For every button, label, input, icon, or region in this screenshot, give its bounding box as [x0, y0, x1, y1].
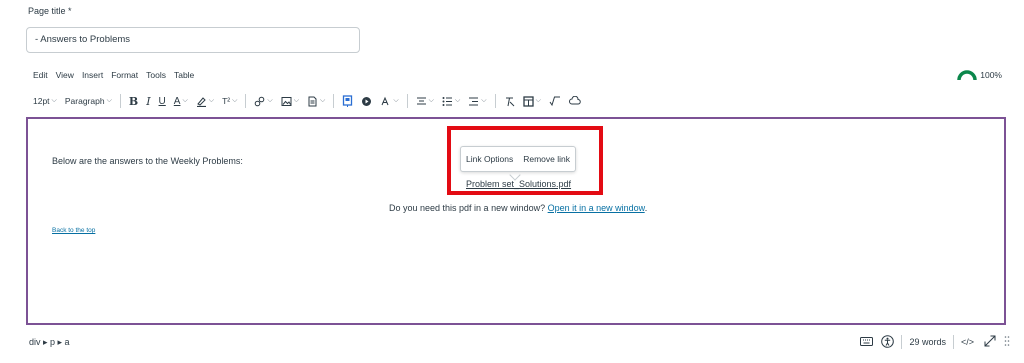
chevron-down-icon: ⌵ [232, 97, 238, 104]
editor-menubar: Edit View Insert Format Tools Table [33, 70, 194, 80]
menu-view[interactable]: View [56, 70, 74, 80]
menu-tools[interactable]: Tools [146, 70, 166, 80]
menu-table[interactable]: Table [174, 70, 194, 80]
plug-icon [343, 95, 353, 107]
link-icon [255, 96, 265, 106]
bold-button[interactable]: B [129, 95, 138, 108]
chevron-down-icon: ⌵ [267, 97, 273, 104]
indent-icon [469, 97, 479, 105]
page-title-label: Page title * [28, 6, 72, 16]
underline-button[interactable]: U [159, 96, 166, 107]
accessibility-gauge-icon [957, 70, 977, 81]
accessibility-icon [881, 334, 895, 348]
word-count[interactable]: 29 words [909, 337, 946, 347]
expand-icon [984, 335, 996, 347]
document-button[interactable]: ⌵ [307, 96, 325, 107]
indent-button[interactable]: ⌵ [468, 96, 487, 107]
chevron-down-icon: ⌵ [393, 97, 399, 104]
menu-edit[interactable]: Edit [33, 70, 48, 80]
bullet-list-icon [442, 96, 452, 106]
chevron-down-icon: ⌵ [293, 97, 300, 104]
chevron-down-icon: ⌵ [320, 97, 326, 104]
body-paragraph: Below are the answers to the Weekly Prob… [52, 156, 243, 166]
superscript-icon: T² [222, 96, 231, 106]
chevron-down-icon: ⌵ [428, 97, 434, 104]
fullscreen-button[interactable] [984, 335, 996, 349]
highlight-color-button[interactable]: ⌵ [196, 96, 214, 107]
editor-toolbar: 12pt ⌵ Paragraph ⌵ B I U A ⌵ ⌵ T² ⌵ ⌵ ⌵ ⌵ ⌵ … [33, 93, 589, 109]
cloud-icon [568, 96, 581, 105]
back-to-top-link[interactable]: Back to the top [52, 227, 95, 234]
link-button[interactable]: ⌵ [254, 96, 273, 107]
highlighter-icon [196, 96, 206, 107]
equation-tools-button[interactable]: ⌵ [380, 96, 399, 107]
question-period: . [644, 203, 648, 213]
status-divider [952, 335, 954, 349]
equation-button[interactable] [549, 96, 561, 107]
square-root-icon [549, 96, 560, 106]
media-icon [362, 96, 372, 106]
page-title-input[interactable]: - Answers to Problems [26, 27, 360, 53]
menu-insert[interactable]: Insert [82, 70, 103, 80]
new-window-prompt: Do you need this pdf in a new window? Op… [389, 203, 647, 213]
chevron-down-icon: ⌵ [51, 97, 57, 104]
chevron-down-icon: ⌵ [208, 97, 215, 104]
keyboard-icon [860, 336, 874, 346]
status-bar-tools: 29 words </> [860, 334, 1010, 350]
chevron-down-icon: ⌵ [182, 97, 188, 104]
media-button[interactable] [361, 96, 372, 107]
drag-handle-icon [1004, 336, 1010, 346]
menu-format[interactable]: Format [111, 70, 138, 80]
toolbar-divider [406, 94, 408, 108]
status-divider [901, 335, 903, 349]
chevron-down-icon: ⌵ [481, 97, 487, 104]
font-size-dropdown[interactable]: 12pt ⌵ [33, 96, 57, 106]
toolbar-divider [245, 94, 247, 108]
keyboard-shortcuts-button[interactable] [860, 336, 874, 349]
text-color-icon: A [173, 95, 181, 107]
element-path[interactable]: div ▸ p ▸ a [29, 337, 70, 348]
new-window-question: Do you need this pdf in a new window? [389, 203, 546, 213]
open-new-window-link[interactable]: Open it in a new window [548, 203, 645, 213]
apps-button[interactable] [342, 95, 353, 107]
bullet-list-button[interactable]: ⌵ [442, 96, 460, 107]
accessibility-score: 100% [980, 70, 1002, 80]
accessibility-checker[interactable]: 100% [957, 69, 1002, 81]
text-color-button[interactable]: A ⌵ [174, 96, 188, 107]
toolbar-divider [119, 94, 121, 108]
align-center-icon [416, 97, 426, 104]
block-format-value: Paragraph [64, 96, 105, 106]
block-format-dropdown[interactable]: Paragraph ⌵ [65, 96, 112, 106]
resize-handle[interactable] [1004, 335, 1010, 349]
embed-button[interactable] [568, 96, 581, 106]
rich-content-editor[interactable]: Below are the answers to the Weekly Prob… [26, 117, 1006, 325]
special-characters-icon [381, 96, 389, 105]
italic-button[interactable]: I [146, 95, 150, 108]
clear-formatting-icon [505, 97, 514, 106]
image-button[interactable]: ⌵ [281, 96, 299, 107]
chevron-down-icon: ⌵ [106, 97, 112, 104]
chevron-down-icon: ⌵ [535, 97, 541, 104]
table-button[interactable]: ⌵ [522, 95, 541, 107]
toolbar-divider [494, 94, 496, 108]
html-editor-toggle[interactable]: </> [961, 337, 974, 347]
font-size-value: 12pt [33, 96, 50, 106]
annotation-highlight-box [447, 126, 603, 195]
document-icon [308, 96, 317, 106]
toolbar-divider [333, 94, 335, 108]
superscript-button[interactable]: T² ⌵ [222, 96, 237, 106]
clear-formatting-button[interactable] [504, 96, 515, 107]
align-button[interactable]: ⌵ [416, 96, 434, 107]
table-icon [522, 95, 534, 107]
image-icon [281, 96, 292, 106]
chevron-down-icon: ⌵ [454, 97, 461, 104]
accessibility-checker-button[interactable] [881, 334, 895, 350]
